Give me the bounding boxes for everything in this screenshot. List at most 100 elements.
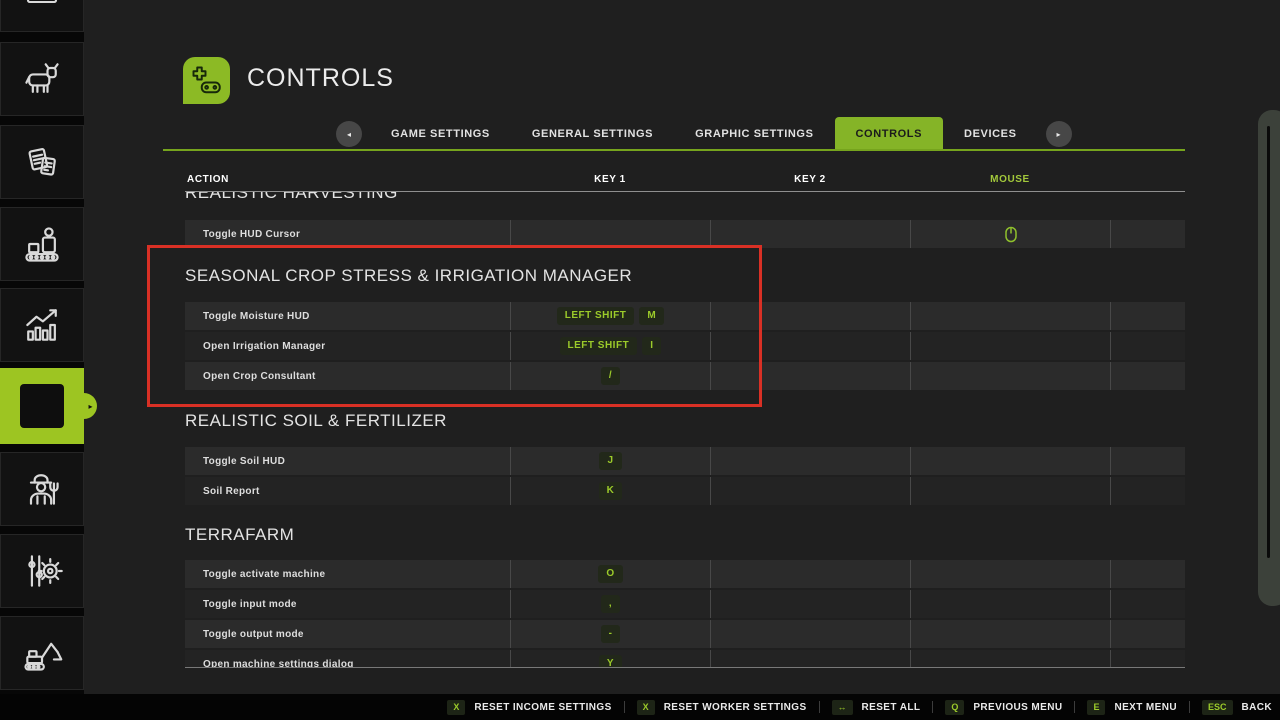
key2-binding: [710, 332, 910, 360]
hotkey-label: BACK: [1242, 702, 1273, 713]
mouse-binding: [910, 447, 1110, 475]
action-label: Toggle HUD Cursor: [185, 220, 510, 248]
gamepad-icon: [189, 63, 225, 99]
row-end-cell: [1110, 560, 1185, 588]
sidebar-item-mod-settings[interactable]: [0, 368, 84, 444]
sidebar-item-animals[interactable]: [0, 42, 84, 116]
key1-binding: LEFT SHIFTM: [510, 302, 710, 330]
action-label: Open machine settings dialog: [185, 650, 510, 668]
key-badge: ,: [601, 595, 620, 613]
hotkey-reset-income-settings[interactable]: XRESET INCOME SETTINGS: [447, 700, 611, 715]
separator: [1074, 701, 1075, 713]
sidebar: ▸: [0, 0, 84, 694]
key-badge: LEFT SHIFT: [557, 307, 635, 325]
key-badge: Q: [945, 700, 964, 715]
sidebar-item-character[interactable]: [0, 452, 84, 526]
control-row[interactable]: Open Irrigation Manager LEFT SHIFTI: [185, 332, 1185, 360]
scrollbar[interactable]: [1258, 110, 1280, 606]
row-end-cell: [1110, 620, 1185, 648]
control-row[interactable]: Toggle Moisture HUDLEFT SHIFTM: [185, 302, 1185, 330]
row-end-cell: [1110, 332, 1185, 360]
key-badge: I: [642, 337, 661, 355]
hotkey-reset-all[interactable]: ↔ RESET ALL: [832, 700, 921, 715]
column-header-key-1: KEY 1: [510, 174, 710, 185]
mouse-binding: [910, 220, 1110, 248]
control-row[interactable]: Toggle HUD Cursor: [185, 220, 1185, 248]
tab-game-settings[interactable]: GAME SETTINGS: [370, 117, 511, 151]
key1-binding: -: [510, 620, 710, 648]
column-header-key-2: KEY 2: [710, 174, 910, 185]
sidebar-item-production[interactable]: [0, 207, 84, 281]
control-row[interactable]: Toggle Soil HUDJ: [185, 447, 1185, 475]
tab-controls[interactable]: CONTROLS: [835, 117, 944, 151]
character-icon: [20, 467, 64, 511]
key2-binding: [710, 302, 910, 330]
action-label: Toggle activate machine: [185, 560, 510, 588]
control-row[interactable]: Toggle activate machineO: [185, 560, 1185, 588]
key2-binding: [710, 362, 910, 390]
separator: [819, 701, 820, 713]
action-label: Toggle Soil HUD: [185, 447, 510, 475]
sidebar-item-statistics[interactable]: [0, 288, 84, 362]
key1-binding: O: [510, 560, 710, 588]
tab-general-settings[interactable]: GENERAL SETTINGS: [511, 117, 674, 151]
separator: [624, 701, 625, 713]
hotkey-back[interactable]: ESC BACK: [1202, 700, 1272, 715]
control-row[interactable]: Soil ReportK: [185, 477, 1185, 505]
hotkey-next-menu[interactable]: ENEXT MENU: [1087, 700, 1177, 715]
construction-icon: [20, 631, 64, 675]
action-label: Toggle input mode: [185, 590, 510, 618]
mouse-binding: [910, 620, 1110, 648]
tabs-next-button[interactable]: ▸: [1046, 121, 1072, 147]
key-badge: ↔: [832, 700, 853, 715]
control-row[interactable]: Toggle output mode -: [185, 620, 1185, 648]
hotkey-label: RESET ALL: [862, 702, 921, 713]
tab-graphic-settings[interactable]: GRAPHIC SETTINGS: [674, 117, 834, 151]
row-end-cell: [1110, 477, 1185, 505]
section-title: TERRAFARM: [185, 525, 294, 545]
sidebar-item-general-settings[interactable]: [0, 534, 84, 608]
key-badge: -: [601, 625, 621, 643]
sidebar-item-map[interactable]: [0, 0, 84, 32]
mouse-binding: [910, 362, 1110, 390]
action-label: Toggle output mode: [185, 620, 510, 648]
key1-binding: K: [510, 477, 710, 505]
hotkey-reset-worker-settings[interactable]: XRESET WORKER SETTINGS: [637, 700, 807, 715]
tab-underline: [163, 149, 1185, 151]
sidebar-item-contracts[interactable]: [0, 125, 84, 199]
action-label: Toggle Moisture HUD: [185, 302, 510, 330]
mouse-binding: [910, 477, 1110, 505]
action-label: Open Crop Consultant: [185, 362, 510, 390]
control-row[interactable]: Open Crop Consultant/: [185, 362, 1185, 390]
tab-bar: ◂ GAME SETTINGSGENERAL SETTINGSGRAPHIC SE…: [328, 117, 1080, 151]
tab-devices[interactable]: DEVICES: [943, 117, 1038, 151]
tabs-prev-button[interactable]: ◂: [336, 121, 362, 147]
action-label: Open Irrigation Manager: [185, 332, 510, 360]
action-label: Soil Report: [185, 477, 510, 505]
scrollbar-track: [1267, 126, 1270, 558]
controls-settings-screen: ▸ CONTROLS ◂ GAME SETTINGSGENERAL SETTING…: [0, 0, 1280, 720]
statistics-icon: [20, 303, 64, 347]
key-badge: E: [1087, 700, 1105, 715]
column-header-action: ACTION: [187, 174, 229, 185]
row-end-cell: [1110, 362, 1185, 390]
control-row[interactable]: Open machine settings dialogY: [185, 650, 1185, 668]
key-badge: ESC: [1202, 700, 1233, 715]
key2-binding: [710, 650, 910, 668]
key2-binding: [710, 560, 910, 588]
hotkey-label: PREVIOUS MENU: [973, 702, 1062, 713]
key2-binding: [710, 477, 910, 505]
row-end-cell: [1110, 650, 1185, 668]
key-badge: LEFT SHIFT: [560, 337, 638, 355]
control-row[interactable]: Toggle input mode,: [185, 590, 1185, 618]
sidebar-item-construction[interactable]: [0, 616, 84, 690]
key2-binding: [710, 590, 910, 618]
column-header-mouse: MOUSE: [910, 174, 1110, 185]
hotkey-previous-menu[interactable]: Q PREVIOUS MENU: [945, 700, 1062, 715]
key1-binding: Y: [510, 650, 710, 668]
separator: [932, 701, 933, 713]
key1-binding: /: [510, 362, 710, 390]
key2-binding: [710, 220, 910, 248]
key-badge: X: [447, 700, 465, 715]
mouse-binding: [910, 332, 1110, 360]
